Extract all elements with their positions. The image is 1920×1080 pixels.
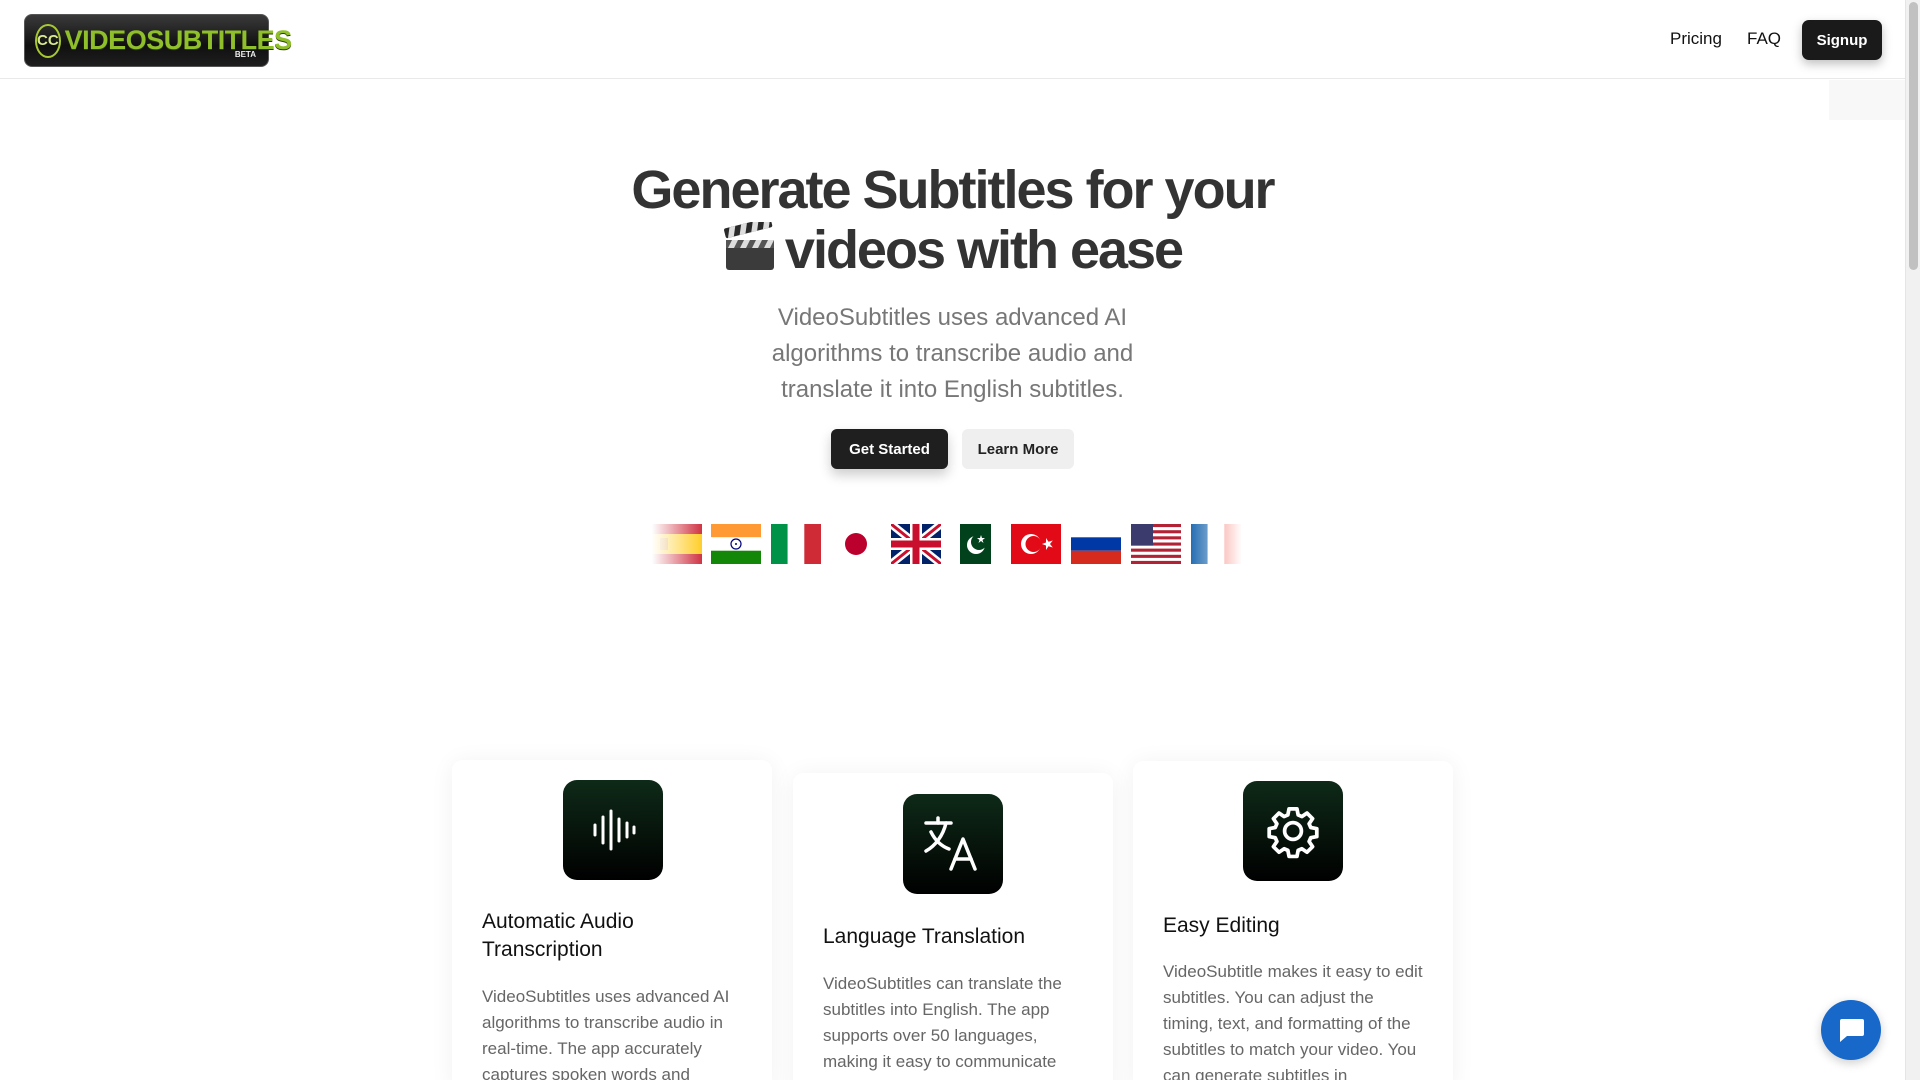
language-flags-carousel: [652, 524, 1242, 564]
feature-title: Easy Editing: [1163, 914, 1280, 937]
japan-flag-icon: [831, 524, 881, 564]
chat-bubble-icon: [1840, 1019, 1864, 1042]
carousel-fade-right: [1182, 524, 1242, 564]
learn-more-button[interactable]: Learn More: [962, 429, 1074, 469]
audio-waveform-icon: [563, 780, 663, 880]
united-kingdom-flag-icon: [891, 524, 941, 564]
italy-flag-icon: [771, 524, 821, 564]
clapper-board-icon: [723, 222, 774, 270]
feature-title: Automatic Audio Transcription: [482, 910, 634, 961]
india-flag-icon: [711, 524, 761, 564]
russia-flag-icon: [1071, 524, 1121, 564]
feature-description: VideoSubtitles can translate the subtitl…: [823, 974, 1062, 1071]
site-header: CC VIDEOSUBTITLES BETA Pricing FAQ Signu…: [0, 0, 1905, 79]
feature-description: VideoSubtitle makes it easy to edit subt…: [1163, 962, 1423, 1080]
hero-title: Generate Subtitles for your videos with …: [560, 160, 1345, 280]
gear-icon: [1243, 781, 1343, 881]
chat-widget-button[interactable]: [1821, 1000, 1881, 1060]
feature-description: VideoSubtitles uses advanced AI algorith…: [482, 987, 730, 1080]
hero-subtitle: VideoSubtitles uses advanced AI algorith…: [771, 304, 1134, 403]
page-scrollbar[interactable]: [1905, 0, 1920, 1080]
scrollbar-thumb[interactable]: [1909, 2, 1918, 270]
translate-icon: [903, 794, 1003, 894]
get-started-button[interactable]: Get Started: [831, 429, 948, 469]
feature-card-transcription: Automatic Audio Transcription VideoSubti…: [452, 760, 772, 1080]
site-logo[interactable]: CC VIDEOSUBTITLES BETA: [24, 14, 292, 67]
hero-title-line1: Generate Subtitles for your: [631, 160, 1275, 220]
feature-title: Language Translation: [823, 925, 1025, 948]
feature-card-translation: Language Translation VideoSubtitles can …: [793, 773, 1113, 1080]
hero-title-line2: videos with ease: [784, 220, 1184, 280]
header-overflow-strip: [1829, 80, 1905, 120]
logo-beta-badge: BETA: [234, 50, 256, 59]
turkey-flag-icon: [1011, 524, 1061, 564]
carousel-fade-left: [652, 524, 712, 564]
logo-wordmark: VIDEOSUBTITLES: [64, 25, 293, 55]
pakistan-flag-icon: [951, 524, 991, 564]
nav-pricing-link[interactable]: Pricing: [1670, 29, 1722, 49]
logo-cc-mark: CC: [35, 23, 61, 58]
united-states-flag-icon: [1131, 524, 1181, 564]
feature-card-editing: Easy Editing VideoSubtitle makes it easy…: [1133, 761, 1453, 1080]
signup-button[interactable]: Signup: [1802, 20, 1882, 60]
nav-faq-link[interactable]: FAQ: [1747, 29, 1781, 49]
